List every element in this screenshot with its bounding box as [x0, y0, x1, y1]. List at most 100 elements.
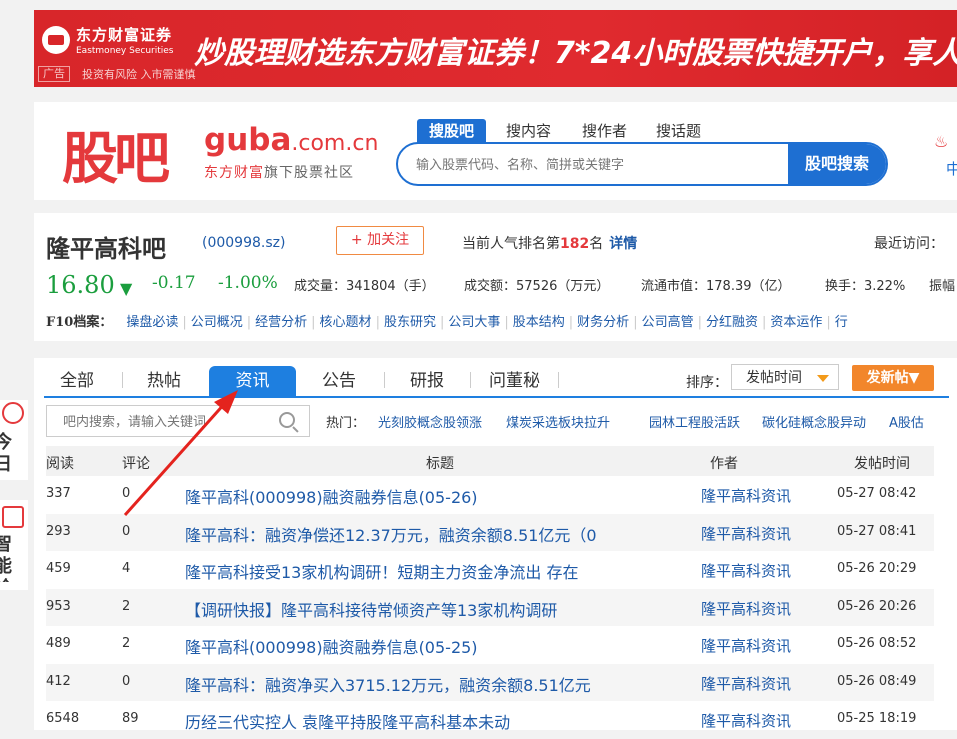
stock-price: 16.80 — [46, 271, 115, 299]
bar-search-input[interactable] — [61, 406, 265, 438]
post-title-link[interactable]: 历经三代实控人 袁隆平持股隆平高科基本未动 — [185, 709, 510, 733]
hot-topic-link[interactable]: A股估 — [889, 412, 924, 431]
flame-icon: ♨ — [934, 132, 949, 151]
new-post-button[interactable]: 发新帖▼ — [852, 365, 934, 391]
ad-slogan: 炒股理财选东方财富证券！7*24小时股票快捷开户，享人 — [194, 36, 957, 71]
hot-topic-link[interactable]: 煤炭采选板块拉升 — [506, 412, 610, 431]
f10-item[interactable]: 股东研究 — [384, 315, 436, 330]
f10-item[interactable]: 公司大事 — [448, 315, 500, 330]
volume: 成交量：341804（手） — [294, 279, 435, 294]
market-cap: 流通市值：178.39（亿） — [641, 279, 791, 294]
post-author-link[interactable]: 隆平高科资讯 — [701, 598, 791, 619]
table-row[interactable]: 293 0 隆平高科：融资净偿还12.37万元，融资余额8.51亿元（0 隆平高科资讯… — [46, 513, 934, 551]
follow-button[interactable]: + 加关注 — [336, 226, 424, 255]
table-row[interactable]: 953 2 【调研快报】隆平高科接待常倾资产等13家机构调研 隆平高科资讯 05-26 … — [46, 588, 934, 626]
turnover: 换手：3.22% — [825, 279, 906, 294]
logo-subtitle: 东方财富旗下股票社区 — [204, 162, 354, 182]
guba-logo-cn[interactable]: 股吧 — [62, 114, 170, 195]
tab-ask-secretary[interactable]: 问董秘 — [489, 366, 540, 396]
post-author-link[interactable]: 隆平高科资讯 — [701, 560, 791, 581]
post-title-link[interactable]: 【调研快报】隆平高科接待常倾资产等13家机构调研 — [185, 597, 557, 621]
cell-time: 05-27 08:42 — [837, 486, 917, 501]
stock-code[interactable]: (000998.sz) — [202, 235, 285, 251]
f10-item[interactable]: 行 — [835, 315, 848, 330]
tab-hot[interactable]: 热帖 — [147, 366, 181, 396]
post-title-link[interactable]: 隆平高科：融资净偿还12.37万元，融资余额8.51亿元（0 — [185, 522, 597, 546]
cell-reads: 412 — [46, 673, 71, 689]
cell-time: 05-26 20:29 — [837, 561, 917, 576]
tab-announcement[interactable]: 公告 — [322, 366, 356, 396]
post-author-link[interactable]: 隆平高科资讯 — [701, 523, 791, 544]
tab-research[interactable]: 研报 — [410, 366, 444, 396]
logo-en-main: guba — [204, 122, 292, 158]
search-tab-author[interactable]: 搜作者 — [570, 119, 639, 143]
popularity-rank: 当前人气排名第182名 详情 — [462, 233, 637, 253]
cell-reads: 6548 — [46, 711, 80, 726]
post-title-link[interactable]: 隆平高科(000998)融资融券信息(05-25) — [185, 634, 478, 658]
guba-logo-en[interactable]: guba.com.cn — [204, 122, 378, 158]
post-title-link[interactable]: 隆平高科：融资净买入3715.12万元，融资余额8.51亿元 — [185, 672, 591, 696]
f10-item[interactable]: 核心题材 — [320, 315, 372, 330]
rank-suffix: 名 — [589, 236, 604, 252]
amplitude: 振幅 — [929, 279, 956, 294]
cell-comments: 2 — [122, 598, 131, 614]
col-title: 标题 — [426, 456, 454, 472]
f10-item[interactable]: 经营分析 — [255, 315, 307, 330]
post-author-link[interactable]: 隆平高科资讯 — [701, 635, 791, 656]
table-row[interactable]: 6548 89 历经三代实控人 袁隆平持股隆平高科基本未动 隆平高科资讯 05-25 1… — [46, 701, 934, 739]
post-author-link[interactable]: 隆平高科资讯 — [701, 673, 791, 694]
search-button[interactable]: 股吧搜索 — [788, 144, 886, 184]
cell-comments: 0 — [122, 673, 131, 689]
f10-item[interactable]: 股本结构 — [513, 315, 565, 330]
f10-item[interactable]: 操盘必读 — [126, 315, 178, 330]
tab-news[interactable]: 资讯 — [209, 366, 296, 396]
table-row[interactable]: 459 4 隆平高科接受13家机构调研！短期主力资金净流出 存在 隆平高科资讯 05-2… — [46, 551, 934, 589]
ad-brand-logo: 东方财富证券 Eastmoney Securities — [42, 24, 192, 64]
post-author-link[interactable]: 隆平高科资讯 — [701, 710, 791, 731]
recent-visits-label: 最近访问： — [874, 236, 944, 252]
post-title-link[interactable]: 隆平高科(000998)融资融券信息(05-26) — [185, 484, 478, 508]
table-row[interactable]: 337 0 隆平高科(000998)融资融券信息(05-26) 隆平高科资讯 05-27… — [46, 476, 934, 514]
cell-reads: 337 — [46, 486, 71, 501]
f10-item[interactable]: 资本运作 — [770, 315, 822, 330]
logo-sub-brand: 东方财富 — [204, 165, 264, 181]
rank-detail-link[interactable]: 详情 — [609, 236, 637, 252]
ad-banner[interactable]: 东方财富证券 Eastmoney Securities 炒股理财选东方财富证券！… — [34, 10, 957, 87]
f10-item[interactable]: 公司高管 — [642, 315, 694, 330]
side-smart-label: 智能诊股 — [0, 534, 12, 582]
amount: 成交额：57526（万元） — [464, 279, 610, 294]
table-row[interactable]: 412 0 隆平高科：融资净买入3715.12万元，融资余额8.51亿元 隆平高科资讯… — [46, 663, 934, 701]
f10-label: F10档案： — [46, 315, 113, 330]
ad-brand-cn: 东方财富证券 — [76, 26, 173, 44]
col-comments: 评论 — [122, 456, 150, 472]
hot-topic-link[interactable]: 碳化硅概念股异动 — [762, 412, 866, 431]
chevron-down-icon[interactable] — [817, 375, 829, 382]
table-row[interactable]: 489 2 隆平高科(000998)融资融券信息(05-25) 隆平高科资讯 05-26… — [46, 626, 934, 664]
f10-item[interactable]: 分红融资 — [706, 315, 758, 330]
search-tab-guba[interactable]: 搜股吧 — [417, 119, 487, 143]
col-reads: 阅读 — [46, 456, 74, 472]
logo-en-domain: .com.cn — [291, 131, 379, 156]
search-input[interactable] — [414, 144, 778, 184]
hot-topic-link[interactable]: 园林工程股活跃 — [649, 412, 740, 431]
post-list-panel: 全部 热帖 资讯 公告 研报 问董秘 排序： 发帖时间 发新帖▼ 热门： 光刻胶… — [34, 358, 957, 732]
stock-info-panel: 隆平高科吧 (000998.sz) + 加关注 当前人气排名第182名 详情 最近… — [34, 213, 957, 341]
hot-topic-link[interactable]: 光刻胶概念股领涨 — [378, 412, 482, 431]
bar-name[interactable]: 隆平高科吧 — [46, 229, 166, 264]
tab-all[interactable]: 全部 — [60, 366, 94, 396]
bar-search-box — [46, 405, 310, 438]
hot-link-truncated[interactable]: 中 — [946, 158, 957, 179]
cell-comments: 0 — [122, 486, 131, 501]
search-icon[interactable] — [279, 412, 295, 428]
f10-item[interactable]: 公司概况 — [191, 315, 243, 330]
post-title-link[interactable]: 隆平高科接受13家机构调研！短期主力资金净流出 存在 — [185, 559, 578, 583]
price-change: -0.17 — [152, 273, 196, 293]
cell-reads: 953 — [46, 598, 71, 614]
side-today-opportunity[interactable]: 今日机会 — [0, 400, 28, 480]
post-author-link[interactable]: 隆平高科资讯 — [701, 485, 791, 506]
eastmoney-logo-icon — [42, 26, 70, 54]
search-tab-topic[interactable]: 搜话题 — [644, 119, 713, 143]
f10-item[interactable]: 财务分析 — [577, 315, 629, 330]
search-tab-content[interactable]: 搜内容 — [494, 119, 563, 143]
side-smart-diagnosis[interactable]: 智能诊股 — [0, 500, 28, 590]
